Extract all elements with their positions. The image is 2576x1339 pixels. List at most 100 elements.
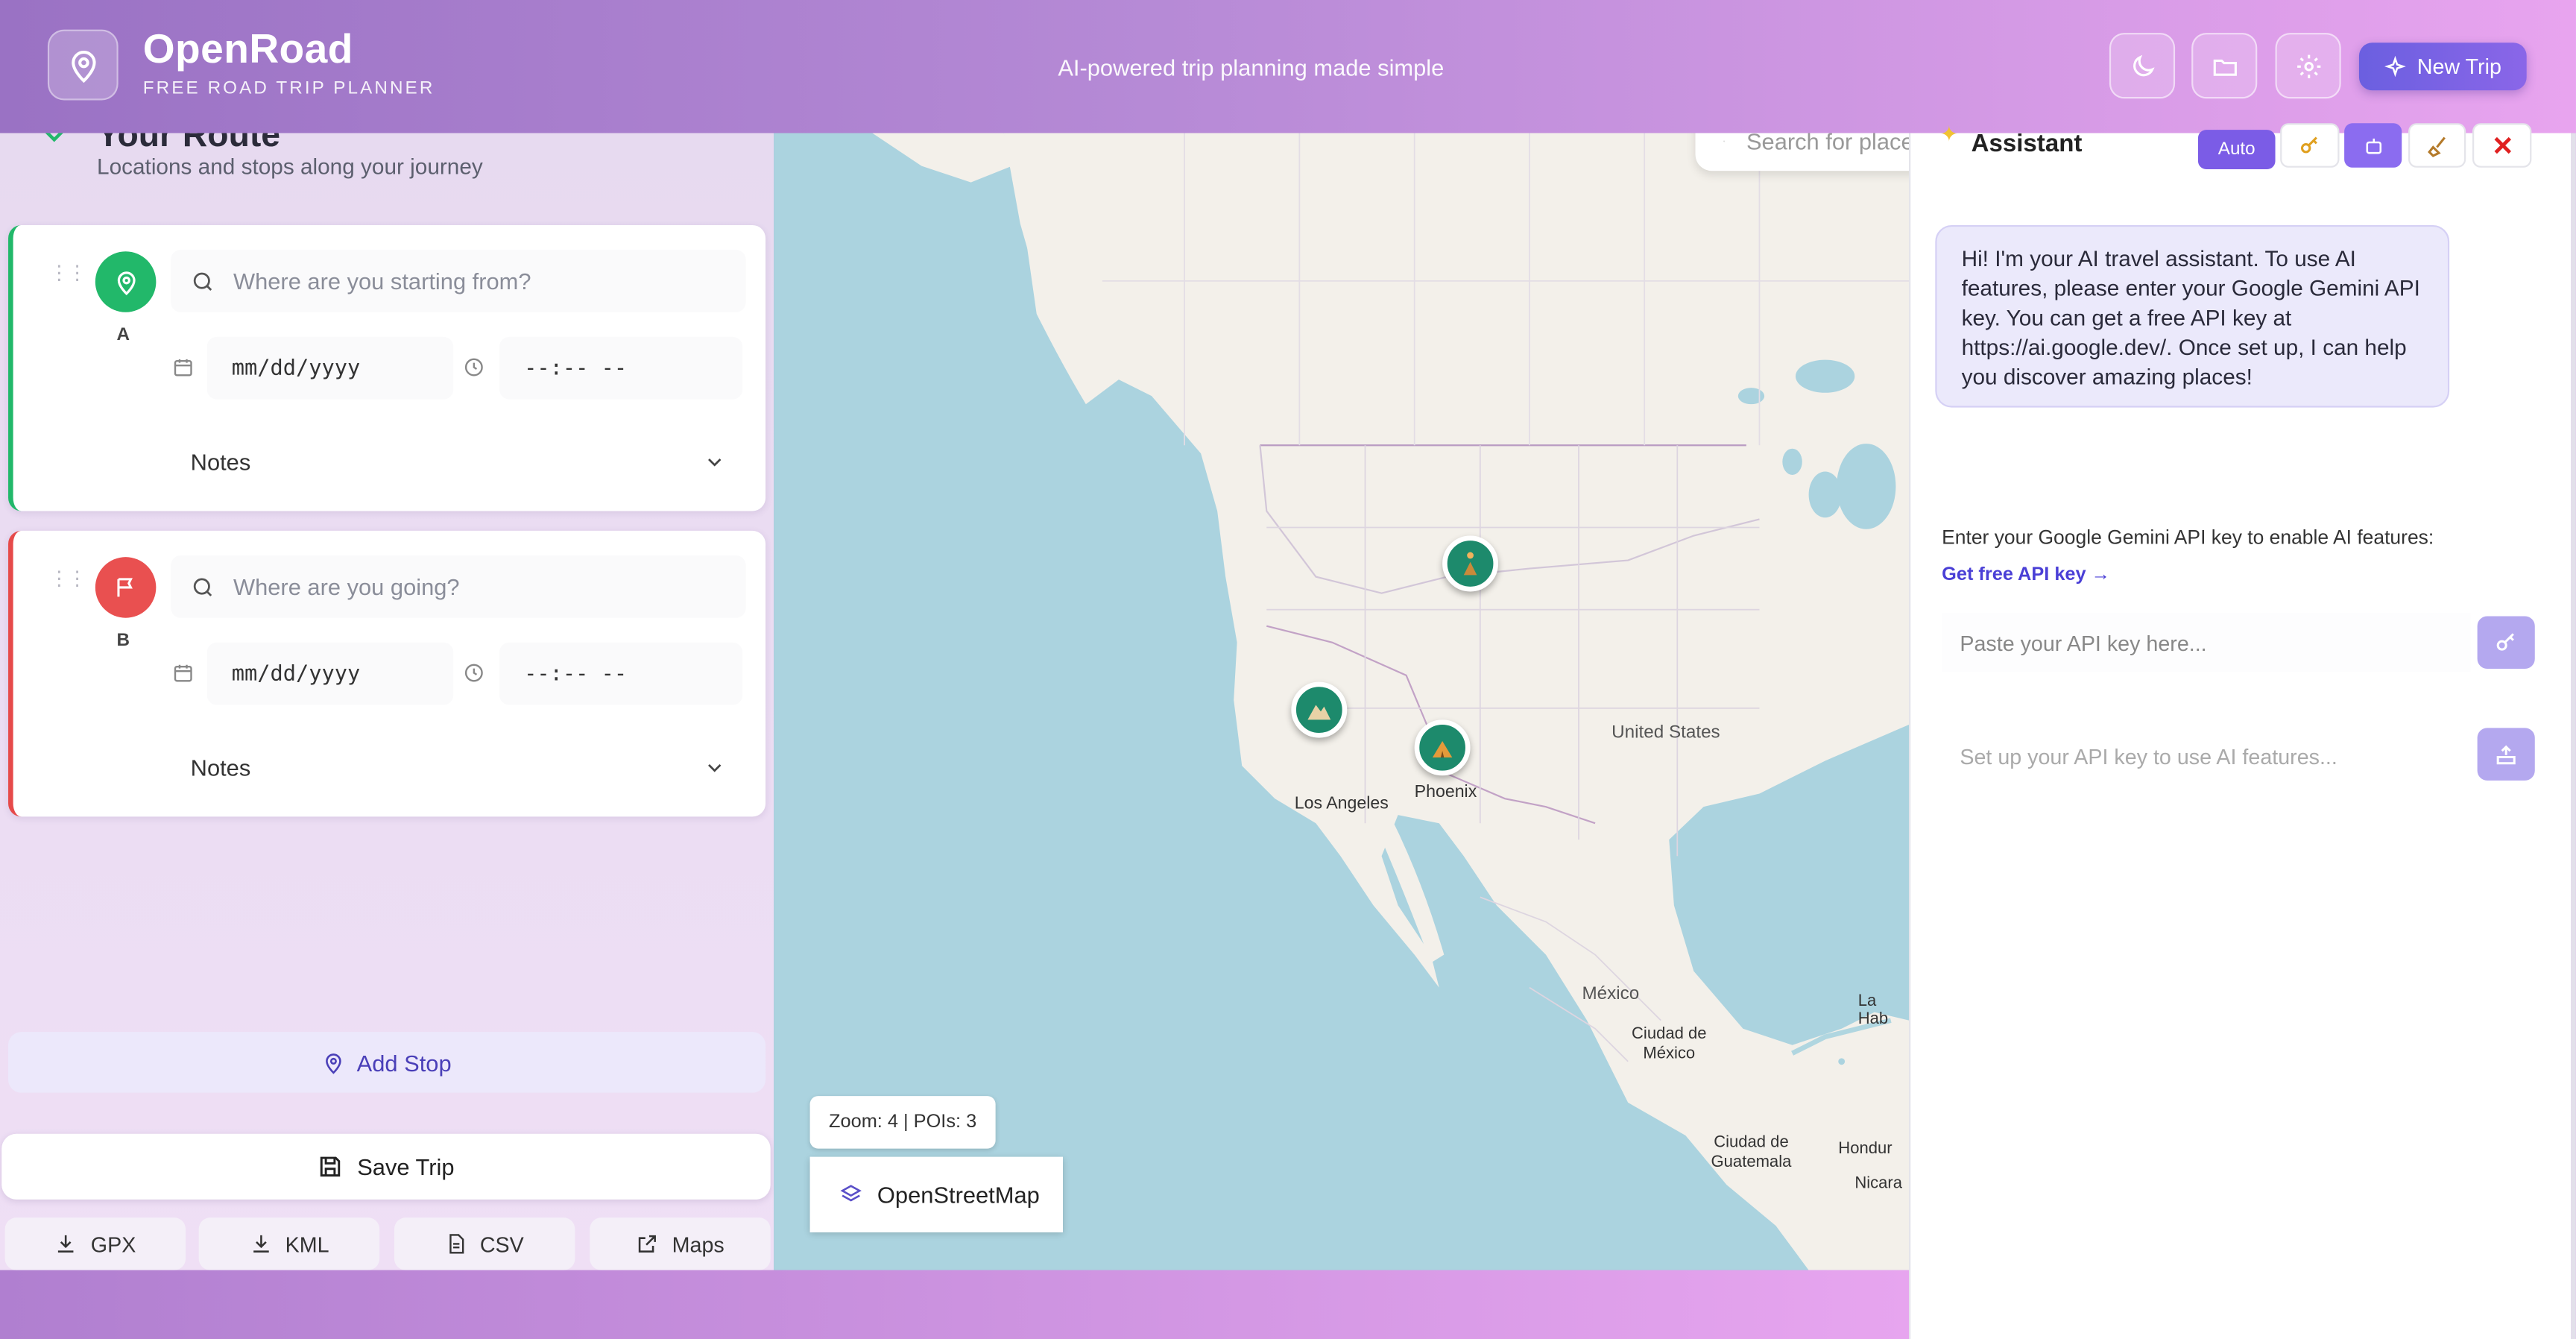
start-time-input[interactable]: --:-- -- (499, 336, 743, 400)
map-label-honduras: Hondur (1838, 1140, 1892, 1159)
app-tagline: FREE ROAD TRIP PLANNER (142, 78, 435, 99)
destination-input[interactable]: Where are you going? (171, 555, 746, 618)
save-api-key-button[interactable] (2477, 616, 2535, 670)
poi-marker-los-angeles[interactable] (1291, 681, 1348, 738)
export-gpx-label: GPX (90, 1231, 136, 1256)
add-stop-label: Add Stop (356, 1049, 452, 1076)
moon-icon (2132, 54, 2154, 76)
map-search-input[interactable]: Search for places (1695, 133, 1910, 171)
map-label-mexico: México (1582, 984, 1640, 1004)
bottom-strip (0, 1270, 1910, 1339)
chevron-down-icon[interactable] (705, 757, 724, 777)
flag-icon (95, 557, 157, 618)
assistant-greeting-message: Hi! I'm your AI travel assistant. To use… (1935, 224, 2450, 408)
gear-icon (2296, 54, 2320, 78)
drag-handle-icon[interactable]: ⋮⋮ (49, 569, 87, 588)
save-icon (321, 1156, 341, 1177)
route-title: Your Route (97, 133, 281, 155)
start-date-input[interactable]: mm/dd/yyyy (206, 336, 454, 400)
send-icon (2496, 744, 2516, 764)
calendar-icon (174, 664, 192, 682)
chevron-down-icon[interactable] (705, 452, 724, 471)
stop-card-destination: ⋮⋮ B Where are you going? mm/dd/yyyy --:… (8, 530, 766, 817)
search-icon (1723, 139, 1725, 142)
robot-icon (2365, 137, 2381, 154)
map-label-phoenix: Phoenix (1414, 782, 1477, 802)
route-panel: Your Route Locations and stops along you… (0, 133, 774, 1270)
search-icon (193, 577, 212, 596)
key-icon (2496, 632, 2514, 650)
open-in-maps-button[interactable]: Maps (590, 1217, 771, 1270)
poi-marker-phoenix[interactable] (1414, 719, 1471, 776)
poi-marker-utah[interactable] (1442, 535, 1499, 592)
api-key-prompt: Enter your Google Gemini API key to enab… (1942, 526, 2434, 549)
map-label-havana: La Hab (1857, 992, 1889, 1029)
mountain-icon (1307, 705, 1331, 720)
get-api-key-link[interactable]: Get free API key → (1942, 565, 2110, 585)
layer-switcher-button[interactable]: OpenStreetMap (809, 1156, 1063, 1232)
route-subtitle: Locations and stops along your journey (97, 154, 483, 180)
assistant-scrollbar[interactable] (2571, 133, 2576, 1339)
auto-mode-button[interactable]: Auto (2197, 130, 2276, 170)
assistant-title: Assistant (1971, 130, 2083, 158)
download-icon (58, 1235, 75, 1253)
map-label-los-angeles: Los Angeles (1294, 793, 1389, 813)
map-view[interactable]: United States Los Angeles Phoenix México… (774, 133, 1910, 1270)
destination-time-input[interactable]: --:-- -- (499, 642, 743, 705)
stop-letter: B (116, 631, 130, 651)
start-location-input[interactable]: Where are you starting from? (171, 250, 746, 312)
api-key-button[interactable] (2280, 123, 2340, 168)
sparkle-icon (2384, 54, 2407, 77)
export-csv-button[interactable]: CSV (394, 1217, 575, 1270)
map-label-united-states: United States (1611, 722, 1720, 743)
map-label-guatemala: Ciudad de Guatemala (1711, 1133, 1792, 1172)
map-label-nicaragua: Nicara (1854, 1174, 1903, 1194)
calendar-icon (174, 359, 192, 377)
close-icon (2493, 136, 2510, 154)
assistant-header: ✦ Assistant (1940, 121, 2083, 158)
stop-card-start: ⋮⋮ A Where are you starting from? mm/dd/… (8, 224, 766, 511)
export-gpx-button[interactable]: GPX (4, 1217, 186, 1270)
folder-icon (2212, 58, 2236, 75)
bot-button[interactable] (2344, 123, 2402, 168)
notes-toggle[interactable]: Notes (191, 754, 251, 781)
hiker-icon (1463, 552, 1477, 576)
destination-date-input[interactable]: mm/dd/yyyy (206, 642, 454, 705)
destination-placeholder: Where are you going? (233, 573, 460, 600)
clock-icon (464, 358, 483, 377)
save-trip-button[interactable]: Save Trip (1, 1133, 771, 1200)
key-icon (2300, 136, 2317, 153)
api-key-input[interactable]: Paste your API key here... (1942, 613, 2471, 672)
drag-handle-icon[interactable]: ⋮⋮ (49, 263, 87, 283)
open-trip-button[interactable] (2191, 33, 2258, 99)
start-location-placeholder: Where are you starting from? (233, 268, 531, 294)
export-csv-label: CSV (479, 1231, 524, 1256)
check-icon (45, 133, 63, 142)
new-trip-button[interactable]: New Trip (2358, 42, 2527, 91)
open-in-maps-label: Maps (672, 1231, 724, 1256)
assistant-panel: ✦ Assistant Auto Hi! I'm your AI travel … (1909, 121, 2572, 1339)
dark-mode-button[interactable] (2109, 33, 2176, 99)
broom-icon (2426, 136, 2445, 157)
export-kml-label: KML (285, 1231, 329, 1256)
close-assistant-button[interactable] (2472, 123, 2532, 168)
download-icon (253, 1235, 268, 1253)
send-message-button[interactable] (2477, 728, 2535, 781)
camping-icon (1432, 741, 1453, 758)
zoom-status: Zoom: 4 | POIs: 3 (809, 1096, 996, 1149)
export-kml-button[interactable]: KML (198, 1217, 380, 1270)
top-header: OpenRoad FREE ROAD TRIP PLANNER AI-power… (0, 0, 2576, 133)
chat-input[interactable]: Set up your API key to use AI features..… (1942, 726, 2471, 785)
map-search-placeholder: Search for places (1746, 133, 1910, 154)
auto-mode-label: Auto (2217, 139, 2255, 160)
stop-letter: A (116, 325, 130, 345)
map-label-mexico-city: Ciudad de México (1632, 1025, 1707, 1063)
start-pin-icon (95, 251, 157, 312)
notes-toggle[interactable]: Notes (191, 449, 251, 475)
external-link-icon (639, 1235, 657, 1253)
clear-chat-button[interactable] (2408, 123, 2466, 168)
save-trip-label: Save Trip (357, 1153, 455, 1180)
settings-button[interactable] (2275, 33, 2341, 99)
add-stop-button[interactable]: Add Stop (8, 1032, 766, 1093)
app-root: OpenRoad FREE ROAD TRIP PLANNER AI-power… (0, 0, 2576, 1339)
